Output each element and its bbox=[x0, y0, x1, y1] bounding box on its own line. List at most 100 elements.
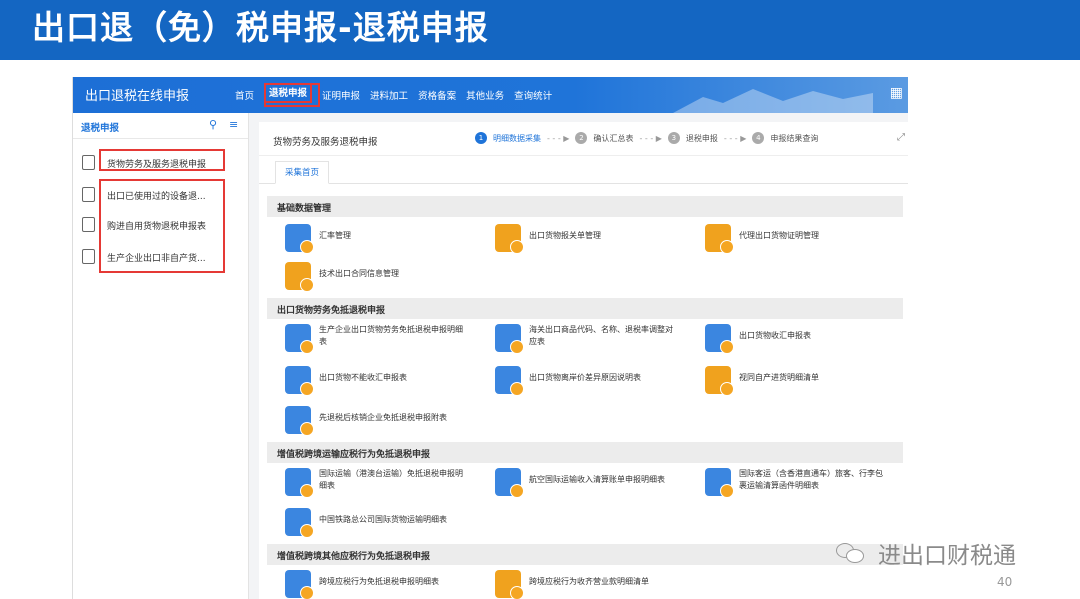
top-nav-bar: 出口退税在线申报 首页 退税申报 证明申报 进料加工 资格备案 其他业务 查询统… bbox=[73, 77, 908, 113]
step-4[interactable]: 4 申报结果查询 bbox=[752, 132, 818, 144]
watermark-text: 进出口财税通 bbox=[878, 543, 1016, 569]
step-number: 2 bbox=[575, 132, 588, 144]
highlight-box bbox=[99, 179, 225, 273]
card-label: 视同自产进货明细清单 bbox=[739, 373, 819, 382]
function-card[interactable]: 出口货物报关单管理 bbox=[495, 222, 675, 256]
airplane-icon bbox=[495, 468, 524, 498]
function-card[interactable]: 出口货物收汇申报表 bbox=[705, 322, 885, 356]
highlight-box bbox=[99, 149, 225, 171]
sidebar-title: 退税申报 bbox=[81, 123, 120, 134]
section-header: 出口货物劳务免抵退税申报 bbox=[267, 298, 903, 319]
step-number: 4 bbox=[752, 132, 765, 144]
app-brand: 出口退税在线申报 bbox=[85, 89, 190, 104]
app-window: 出口退税在线申报 首页 退税申报 证明申报 进料加工 资格备案 其他业务 查询统… bbox=[72, 77, 908, 599]
card-label: 国际运输（港澳台运输）免抵退税申报明细表 bbox=[319, 469, 463, 490]
form-icon bbox=[285, 570, 314, 599]
card-label: 出口货物收汇申报表 bbox=[739, 331, 811, 340]
sidebar-header: 退税申报 ⚲ ≡ bbox=[73, 113, 248, 139]
step-1[interactable]: 1 明细数据采集 bbox=[475, 132, 541, 144]
shield-doc-icon bbox=[82, 155, 95, 170]
wechat-icon bbox=[836, 541, 866, 565]
certificate-icon bbox=[705, 224, 734, 254]
nav-processing[interactable]: 进料加工 bbox=[370, 88, 408, 103]
calendar-icon bbox=[285, 406, 314, 436]
coin-icon bbox=[495, 570, 524, 599]
function-card[interactable]: 出口货物离岸价差异原因说明表 bbox=[495, 364, 675, 398]
card-label: 航空国际运输收入清算账单申报明细表 bbox=[529, 475, 665, 484]
mail-bus-icon bbox=[705, 468, 734, 498]
card-label: 海关出口商品代码、名称、退税率调整对应表 bbox=[529, 325, 673, 346]
tab-home[interactable]: 采集首页 bbox=[275, 161, 329, 184]
step-label: 申报结果查询 bbox=[770, 133, 819, 143]
nav-qualification[interactable]: 资格备案 bbox=[418, 88, 456, 103]
function-card[interactable]: 国际客运（含香港直通车）旅客、行李包裹运输清算函件明细表 bbox=[705, 466, 889, 500]
import-list-icon bbox=[705, 366, 734, 396]
step-label: 退税申报 bbox=[685, 133, 718, 143]
tab-bar: 采集首页 bbox=[259, 156, 908, 184]
package-icon bbox=[495, 324, 524, 354]
main-header: 货物劳务及服务退税申报 1 明细数据采集 - - - ▶ 2 确认汇总表 - - -… bbox=[259, 122, 908, 156]
receipt-icon bbox=[705, 324, 734, 354]
great-wall-decoration bbox=[673, 89, 873, 113]
step-2[interactable]: 2 确认汇总表 bbox=[575, 132, 633, 144]
function-card[interactable]: 技术出口合同信息管理 bbox=[285, 260, 465, 294]
search-icon[interactable]: ⚲ bbox=[209, 118, 217, 131]
card-label: 出口货物报关单管理 bbox=[529, 231, 601, 240]
section-title: 基础数据管理 bbox=[277, 204, 332, 214]
nav-other[interactable]: 其他业务 bbox=[466, 88, 504, 103]
house-icon bbox=[82, 249, 95, 264]
fullscreen-icon[interactable]: ⤢ bbox=[897, 132, 905, 143]
function-card[interactable]: 生产企业出口货物劳务免抵退税申报明细表 bbox=[285, 322, 465, 356]
declaration-icon bbox=[495, 224, 524, 254]
arrow-icon: - - - ▶ bbox=[547, 133, 570, 143]
doc-icon bbox=[82, 217, 95, 232]
card-label: 生产企业出口货物劳务免抵退税申报明细表 bbox=[319, 325, 463, 346]
nav-certificate[interactable]: 证明申报 bbox=[322, 88, 360, 103]
function-card[interactable]: 国际运输（港澳台运输）免抵退税申报明细表 bbox=[285, 466, 465, 500]
arrow-icon: - - - ▶ bbox=[639, 133, 662, 143]
function-card[interactable]: 先退税后核销企业免抵退税申报附表 bbox=[285, 404, 465, 438]
section-header: 基础数据管理 bbox=[267, 196, 903, 217]
yen-icon bbox=[495, 366, 524, 396]
step-3[interactable]: 3 退税申报 bbox=[667, 132, 718, 144]
function-card[interactable]: 视同自产进货明细清单 bbox=[705, 364, 885, 398]
page-title: 货物劳务及服务退税申报 bbox=[273, 137, 378, 148]
section-header: 增值税跨境运输应税行为免抵退税申报 bbox=[267, 442, 903, 463]
watermark: 进出口财税通 bbox=[836, 536, 1016, 570]
nav-statistics[interactable]: 查询统计 bbox=[514, 88, 552, 103]
function-card[interactable]: 汇率管理 bbox=[285, 222, 465, 256]
step-label: 明细数据采集 bbox=[493, 133, 541, 143]
page-number: 40 bbox=[997, 575, 1013, 589]
document-icon bbox=[285, 366, 314, 396]
function-card[interactable]: 海关出口商品代码、名称、退税率调整对应表 bbox=[495, 322, 675, 356]
main-panel: 货物劳务及服务退税申报 1 明细数据采集 - - - ▶ 2 确认汇总表 - - -… bbox=[259, 122, 908, 599]
building-icon[interactable]: ▦ bbox=[890, 85, 903, 101]
section-title: 出口货物劳务免抵退税申报 bbox=[277, 306, 386, 316]
menu-toggle-icon[interactable]: ≡ bbox=[229, 118, 238, 131]
clipboard-icon bbox=[285, 468, 314, 498]
card-label: 汇率管理 bbox=[319, 231, 351, 240]
section-title: 增值税跨境其他应税行为免抵退税申报 bbox=[277, 552, 431, 562]
slide-header: 出口退（免）税申报-退税申报 bbox=[0, 0, 1080, 60]
section-header: 增值税跨境其他应税行为免抵退税申报 bbox=[267, 544, 903, 565]
function-card[interactable]: 航空国际运输收入清算账单申报明细表 bbox=[495, 466, 675, 500]
card-label: 技术出口合同信息管理 bbox=[319, 269, 399, 278]
function-card[interactable]: 跨境应税行为收齐营业款明细清单 bbox=[495, 568, 675, 599]
card-label: 跨境应税行为收齐营业款明细清单 bbox=[529, 577, 649, 586]
function-card[interactable]: 代理出口货物证明管理 bbox=[705, 222, 885, 256]
card-label: 中国铁路总公司国际货物运输明细表 bbox=[319, 515, 447, 524]
card-label: 先退税后核销企业免抵退税申报附表 bbox=[319, 413, 447, 422]
sidebar: 退税申报 ⚲ ≡ 货物劳务及服务退税申报 出口已使用过的设备退... 购进自用货… bbox=[73, 113, 249, 599]
slide-title: 出口退（免）税申报-退税申报 bbox=[32, 8, 489, 47]
function-card[interactable]: 中国铁路总公司国际货物运输明细表 bbox=[285, 506, 465, 540]
nav-home[interactable]: 首页 bbox=[235, 88, 254, 103]
contract-icon bbox=[285, 262, 314, 292]
function-card[interactable]: 出口货物不能收汇申报表 bbox=[285, 364, 465, 398]
doc-icon bbox=[82, 187, 95, 202]
card-label: 国际客运（含香港直通车）旅客、行李包裹运输清算函件明细表 bbox=[739, 469, 883, 490]
card-label: 代理出口货物证明管理 bbox=[739, 231, 819, 240]
step-label: 确认汇总表 bbox=[593, 133, 634, 143]
arrow-icon: - - - ▶ bbox=[723, 133, 747, 143]
function-card[interactable]: 跨境应税行为免抵退税申报明细表 bbox=[285, 568, 465, 599]
section-title: 增值税跨境运输应税行为免抵退税申报 bbox=[277, 450, 431, 460]
